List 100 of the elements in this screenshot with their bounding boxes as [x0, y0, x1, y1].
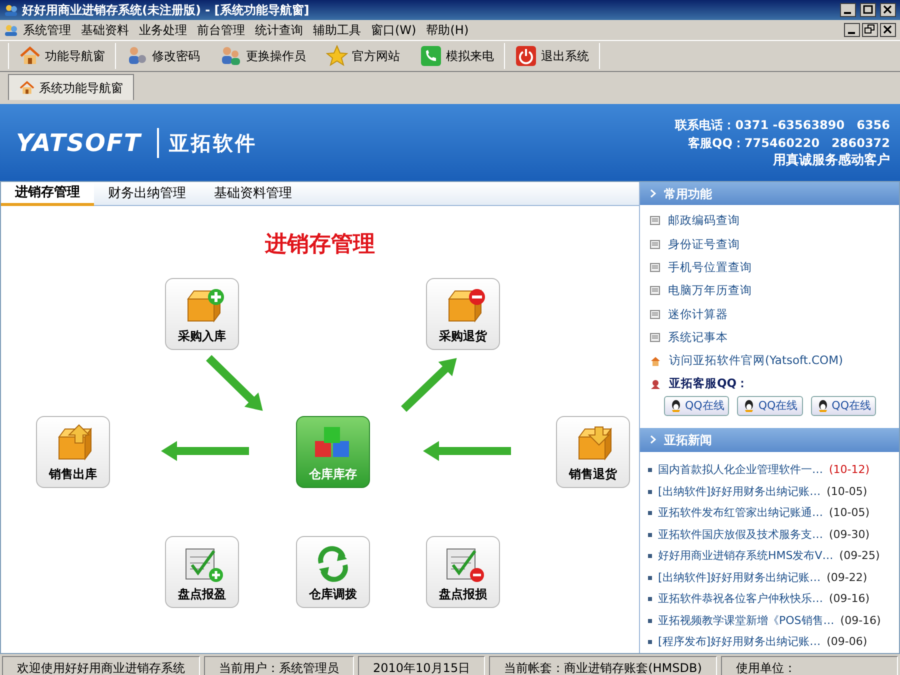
qq-button[interactable]: QQ在线 — [737, 396, 803, 416]
function-link[interactable]: 手机号位置查询 — [640, 256, 899, 280]
arrow-icon — [423, 441, 511, 461]
person-icon — [650, 378, 661, 390]
menu-item[interactable]: 系统管理 — [18, 21, 76, 39]
penguin-icon — [669, 398, 683, 413]
close-icon[interactable] — [880, 23, 896, 37]
function-link[interactable]: 迷你计算器 — [640, 302, 899, 326]
users-icon — [4, 23, 18, 37]
function-tile[interactable]: 销售退货 — [556, 416, 630, 488]
news-date: (09-22) — [826, 570, 868, 586]
document-tab[interactable]: 系统功能导航窗 — [8, 74, 134, 100]
news-date: (10-12) — [829, 462, 870, 478]
brand-name: 亚拓软件 — [157, 128, 258, 158]
function-link[interactable]: 电脑万年历查询 — [640, 279, 899, 302]
power-icon — [515, 45, 537, 67]
function-link[interactable]: 邮政编码查询 — [640, 209, 899, 233]
document-icon — [650, 310, 660, 319]
menu-item[interactable]: 前台管理 — [192, 21, 250, 39]
function-link[interactable]: 亚拓客服QQ： — [640, 372, 899, 396]
document-icon — [650, 332, 660, 342]
arrow-icon — [401, 358, 458, 412]
contact-qq: 客服QQ：775460220 2860372 — [688, 136, 890, 150]
function-tile[interactable]: 采购入库 — [165, 278, 239, 350]
bullet-icon — [648, 554, 652, 558]
user-key-icon — [126, 45, 148, 67]
tab[interactable]: 基础资料管理 — [200, 182, 306, 206]
news-link[interactable]: 亚拓视频教学课堂新增《POS销售… — [658, 612, 834, 629]
minimize-icon[interactable] — [844, 23, 860, 37]
news-date: (09-06) — [826, 634, 868, 650]
document-icon — [650, 286, 660, 296]
toolbar-button[interactable]: 更换操作员 — [210, 43, 316, 69]
house-icon — [650, 356, 661, 366]
news-link[interactable]: 亚拓软件发布红管家出纳记账通… — [658, 505, 823, 522]
restore-icon[interactable] — [862, 23, 878, 37]
users-icon — [4, 3, 18, 17]
toolbar-button[interactable]: 修改密码 — [116, 43, 210, 69]
status-field: 使用单位： — [720, 656, 898, 675]
news-link[interactable]: 亚拓软件恭祝各位客户仲秋快乐… — [658, 591, 823, 608]
arrow-icon — [161, 441, 249, 461]
toolbar-button[interactable]: 模拟来电 — [410, 43, 504, 69]
menu-item[interactable]: 业务处理 — [134, 21, 192, 39]
toolbar-button[interactable]: 功能导航窗 — [9, 43, 115, 69]
news-date: (09-16) — [829, 591, 870, 607]
menu-item[interactable]: 基础资料 — [76, 21, 134, 39]
bullet-icon — [648, 576, 652, 580]
news-date: (09-16) — [840, 612, 881, 628]
menu-item[interactable]: 窗口(W) — [366, 21, 422, 39]
bullet-icon — [648, 511, 652, 516]
function-tile[interactable]: 销售出库 — [36, 416, 110, 488]
maximize-icon[interactable] — [860, 3, 876, 17]
window-title: 好好用商业进销存系统(未注册版) - [系统功能导航窗] — [22, 2, 310, 19]
news-link[interactable]: 国内首款拟人化企业管理软件一… — [658, 462, 823, 478]
house-icon — [19, 80, 35, 96]
house-icon — [19, 45, 41, 67]
tab[interactable]: 进销存管理 — [1, 182, 94, 206]
status-field: 当前帐套：商业进销存账套(HMSDB) — [489, 656, 717, 675]
toolbar-button[interactable]: 退出系统 — [505, 43, 599, 69]
function-link[interactable]: 访问亚拓软件官网(Yatsoft.COM) — [640, 349, 899, 372]
qq-button[interactable]: QQ在线 — [810, 396, 876, 416]
news-link[interactable]: [出纳软件]好好用财务出纳记账… — [658, 570, 821, 586]
bullet-icon — [648, 468, 652, 472]
news-link[interactable]: 好好用商业进销存系统HMS发布V… — [658, 548, 834, 564]
function-tile[interactable]: 仓库调拨 — [296, 536, 370, 608]
function-tile[interactable]: 盘点报损 — [426, 536, 500, 608]
menu-item[interactable]: 辅助工具 — [308, 21, 366, 39]
bullet-icon — [648, 597, 652, 602]
slogan: 用真诚服务感动客户 — [773, 152, 890, 168]
close-icon[interactable] — [880, 3, 896, 17]
chevron-icon — [650, 189, 656, 198]
panel-title: 常用功能 — [664, 186, 712, 203]
chevron-icon — [650, 435, 656, 444]
star-icon — [326, 45, 348, 67]
news-link[interactable]: 亚拓软件国庆放假及技术服务支… — [658, 526, 823, 543]
bullet-icon — [648, 640, 652, 644]
document-icon — [650, 240, 660, 249]
menu-item[interactable]: 帮助(H) — [421, 21, 474, 39]
document-icon — [650, 216, 660, 226]
qq-button[interactable]: QQ在线 — [664, 396, 730, 416]
function-link[interactable]: 系统记事本 — [640, 326, 899, 350]
bullet-icon — [648, 618, 652, 623]
users-icon — [220, 45, 242, 67]
minimize-icon[interactable] — [840, 3, 856, 17]
function-link[interactable]: 身份证号查询 — [640, 232, 899, 256]
news-link[interactable]: [出纳软件]好好用财务出纳记账… — [658, 484, 821, 500]
menu-item[interactable]: 统计查询 — [250, 21, 308, 39]
news-link[interactable]: [程序发布]好好用财务出纳记账… — [658, 634, 821, 650]
panel-title: 亚拓新闻 — [664, 432, 712, 449]
contact-phone: 联系电话：0371 -63563890 6356 — [675, 118, 890, 132]
toolbar-button[interactable]: 官方网站 — [316, 43, 410, 69]
diagram-title: 进销存管理 — [265, 231, 375, 259]
function-tile[interactable]: 盘点报盈 — [165, 536, 239, 608]
status-field: 2010年10月15日 — [358, 656, 486, 675]
status-field: 欢迎使用好好用商业进销存系统 — [2, 656, 200, 675]
document-icon — [650, 263, 660, 272]
phone-icon — [420, 45, 442, 67]
function-tile[interactable]: 采购退货 — [426, 278, 500, 350]
tab[interactable]: 财务出纳管理 — [94, 182, 200, 206]
status-field: 当前用户：系统管理员 — [204, 656, 354, 675]
news-date: (10-05) — [826, 484, 868, 500]
